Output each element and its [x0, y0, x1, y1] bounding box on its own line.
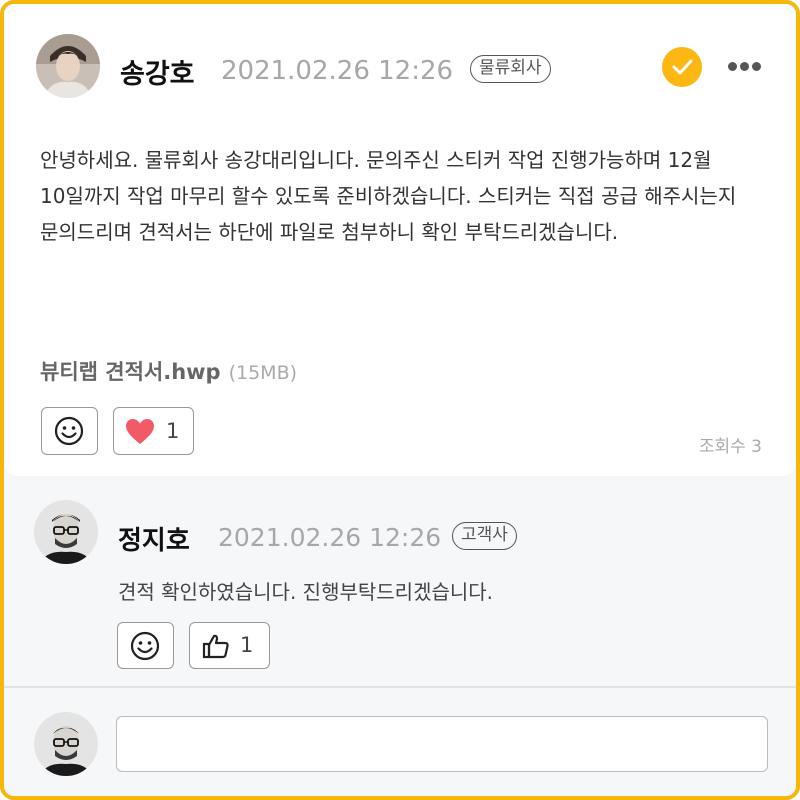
post-section: 송강호 2021.02.26 12:26 물류회사 안녕하세요. 물류회사 송강… — [4, 4, 796, 476]
attachment-name[interactable]: 뷰티랩 견적서.hwp — [40, 360, 221, 384]
attachment-size: (15MB) — [228, 362, 298, 384]
post-like-button[interactable]: 1 — [113, 407, 194, 455]
thumbs-up-icon — [202, 634, 229, 659]
check-icon[interactable] — [662, 47, 702, 87]
reply-input[interactable] — [116, 716, 768, 772]
more-icon[interactable] — [724, 54, 764, 80]
comment-like-count: 1 — [240, 633, 254, 657]
comment-company-tag: 고객사 — [452, 522, 517, 550]
post-company-tag: 물류회사 — [470, 55, 551, 83]
comment-timestamp: 2021.02.26 12:26 — [218, 523, 442, 552]
current-user-avatar — [34, 712, 98, 776]
comment-text: 견적 확인하였습니다. 진행부탁드리겠습니다. — [118, 580, 494, 604]
post-like-count: 1 — [166, 419, 180, 443]
heart-icon — [126, 419, 154, 444]
smiley-icon — [130, 631, 160, 661]
comment-emoji-reaction-button[interactable] — [117, 622, 174, 669]
reply-divider — [4, 686, 796, 688]
post-author-avatar[interactable] — [36, 34, 100, 98]
comment-author-name: 정지호 — [118, 526, 190, 556]
post-card: 송강호 2021.02.26 12:26 물류회사 안녕하세요. 물류회사 송강… — [0, 0, 800, 800]
attachment[interactable]: 뷰티랩 견적서.hwp (15MB) — [40, 356, 297, 386]
post-timestamp: 2021.02.26 12:26 — [221, 56, 454, 86]
comment-like-button[interactable]: 1 — [189, 622, 270, 669]
smiley-icon — [54, 416, 84, 446]
post-emoji-reaction-button[interactable] — [41, 407, 98, 455]
post-author-name: 송강호 — [120, 59, 195, 90]
post-body: 안녕하세요. 물류회사 송강대리입니다. 문의주신 스티커 작업 진행가능하며 … — [40, 148, 737, 244]
comment-author-avatar[interactable] — [34, 500, 98, 564]
view-count: 조회수 3 — [698, 437, 762, 457]
